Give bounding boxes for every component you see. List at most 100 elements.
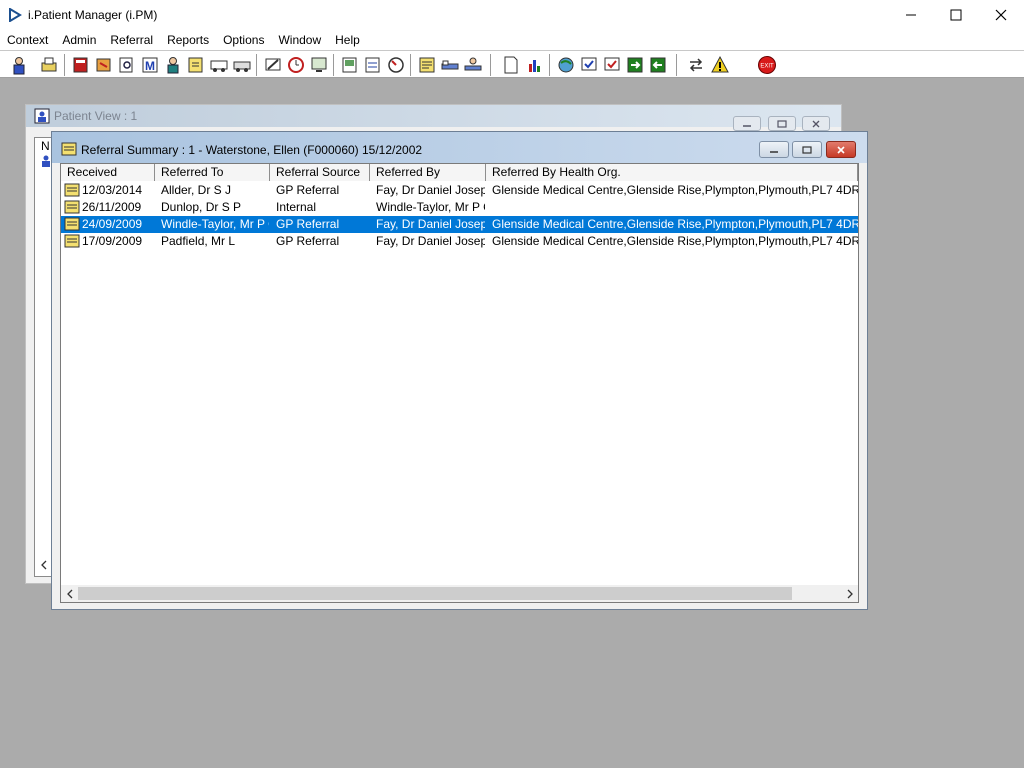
toolbar-patient-button[interactable] xyxy=(8,54,30,76)
toolbar-clock-button[interactable] xyxy=(285,54,307,76)
table-row[interactable]: 12/03/2014 Allder, Dr S J GP Referral Fa… xyxy=(61,182,858,199)
vehicle-icon xyxy=(233,61,251,72)
menu-admin[interactable]: Admin xyxy=(55,30,103,50)
toolbar-notes-button[interactable] xyxy=(416,54,438,76)
referral-row-icon xyxy=(64,200,80,214)
restore-icon xyxy=(802,145,812,154)
toolbar-separator xyxy=(333,54,335,76)
referral-icon xyxy=(61,142,77,156)
table-row[interactable]: 26/11/2009 Dunlop, Dr S P Internal Windl… xyxy=(61,199,858,216)
doctor-icon xyxy=(167,57,179,74)
toolbar-transport-button[interactable] xyxy=(208,54,230,76)
scroll-left-button[interactable] xyxy=(61,585,78,602)
warning-icon xyxy=(711,55,729,73)
column-header-referred-to[interactable]: Referred To xyxy=(155,164,270,181)
toolbar-book-button[interactable] xyxy=(70,54,92,76)
table-row-selected[interactable]: 24/09/2009 Windle-Taylor, Mr P C GP Refe… xyxy=(61,216,858,233)
bed-icon xyxy=(441,60,459,70)
toolbar-checklist-2-button[interactable] xyxy=(601,54,623,76)
table-row[interactable]: 17/09/2009 Padfield, Mr L GP Referral Fa… xyxy=(61,233,858,250)
toolbar-bed-person-button[interactable] xyxy=(462,54,484,76)
cell-referral-source: GP Referral xyxy=(276,234,340,248)
cell-received: 26/11/2009 xyxy=(82,200,142,214)
scroll-left-icon[interactable] xyxy=(39,559,49,571)
column-header-referral-source[interactable]: Referral Source xyxy=(270,164,370,181)
toolbar-edit-button[interactable] xyxy=(185,54,207,76)
toolbar-globe-button[interactable] xyxy=(555,54,577,76)
toolbar-case-note-button[interactable] xyxy=(93,54,115,76)
toolbar-doctor-button[interactable] xyxy=(162,54,184,76)
maximize-button[interactable] xyxy=(933,0,979,30)
close-button[interactable] xyxy=(978,0,1024,30)
toolbar-separator xyxy=(410,54,412,76)
clock-alert-icon xyxy=(388,57,404,73)
minimize-button[interactable] xyxy=(888,0,934,30)
swap-icon xyxy=(689,58,703,72)
referral-restore-button[interactable] xyxy=(792,141,822,158)
toolbar-transfer-2-button[interactable] xyxy=(647,54,669,76)
toolbar-form-button[interactable] xyxy=(362,54,384,76)
patient-icon xyxy=(34,108,50,124)
toolbar-vehicle-button[interactable] xyxy=(231,54,253,76)
form-icon xyxy=(365,57,380,73)
exit-label: EXIT xyxy=(760,64,774,70)
column-header-referred-by-health-org[interactable]: Referred By Health Org. xyxy=(486,164,858,181)
toolbar-print-button[interactable] xyxy=(38,54,60,76)
toolbar-swap-button[interactable] xyxy=(685,54,707,76)
search-doc-icon xyxy=(119,57,133,73)
toolbar-tools-button[interactable] xyxy=(262,54,284,76)
menu-window[interactable]: Window xyxy=(271,30,328,50)
toolbar-card-button[interactable] xyxy=(339,54,361,76)
toolbar-separator xyxy=(256,54,258,76)
referral-minimize-button[interactable] xyxy=(759,141,789,158)
menu-options[interactable]: Options xyxy=(216,30,271,50)
book-icon xyxy=(73,57,88,73)
toolbar-monitor-button[interactable] xyxy=(308,54,330,76)
toolbar-chart-button[interactable] xyxy=(524,54,546,76)
toolbar-transfer-button[interactable] xyxy=(624,54,646,76)
referral-close-button[interactable] xyxy=(826,141,856,158)
menu-reports[interactable]: Reports xyxy=(160,30,216,50)
minimize-icon xyxy=(743,124,751,127)
chart-icon xyxy=(529,60,540,72)
toolbar-separator xyxy=(676,54,678,76)
toolbar-document-button[interactable] xyxy=(500,54,522,76)
referral-list[interactable]: Received Referred To Referral Source Ref… xyxy=(60,163,859,603)
cell-referral-source: Internal xyxy=(276,200,317,214)
app-logo-icon xyxy=(9,8,22,22)
referral-summary-window[interactable]: Referral Summary : 1 - Waterstone, Ellen… xyxy=(51,131,868,610)
referral-row-icon xyxy=(64,234,80,248)
toolbar-checklist-button[interactable] xyxy=(578,54,600,76)
patient-view-minimize-button[interactable] xyxy=(733,116,761,131)
close-icon xyxy=(812,120,820,127)
menu-help[interactable]: Help xyxy=(328,30,367,50)
patient-view-close-button[interactable] xyxy=(802,116,830,131)
svg-text:M: M xyxy=(145,59,155,73)
cell-referred-by: Fay, Dr Daniel Joseph xyxy=(376,234,485,248)
toolbar-m-button[interactable]: M xyxy=(139,54,161,76)
cell-health-org xyxy=(492,199,858,216)
chevron-left-icon xyxy=(66,589,72,598)
patient-view-title-bar[interactable]: Patient View : 1 xyxy=(26,105,841,127)
print-icon xyxy=(41,57,57,72)
menu-bar: Context Admin Referral Reports Options W… xyxy=(0,30,1024,50)
patient-view-restore-button[interactable] xyxy=(768,116,796,131)
toolbar-bed-button[interactable] xyxy=(439,54,461,76)
case-note-icon xyxy=(96,58,111,72)
column-header-received[interactable]: Received xyxy=(61,164,155,181)
cell-referred-to: Windle-Taylor, Mr P C xyxy=(161,217,269,231)
toolbar-clock-alert-button[interactable] xyxy=(385,54,407,76)
scroll-right-button[interactable] xyxy=(841,585,858,602)
column-header-referred-by[interactable]: Referred By xyxy=(370,164,486,181)
scroll-thumb[interactable] xyxy=(78,587,792,600)
patient-view-title: Patient View : 1 xyxy=(54,109,138,123)
menu-context[interactable]: Context xyxy=(0,30,55,50)
menu-referral[interactable]: Referral xyxy=(103,30,160,50)
referral-summary-title-bar[interactable]: Referral Summary : 1 - Waterstone, Ellen… xyxy=(52,132,867,163)
referral-summary-title: Referral Summary : 1 - Waterstone, Ellen… xyxy=(81,143,423,157)
toolbar-warning-button[interactable] xyxy=(709,54,731,76)
horizontal-scrollbar[interactable] xyxy=(61,585,858,602)
patient-icon xyxy=(13,57,25,75)
toolbar-search-doc-button[interactable] xyxy=(116,54,138,76)
toolbar-exit-button[interactable]: EXIT xyxy=(756,54,778,76)
